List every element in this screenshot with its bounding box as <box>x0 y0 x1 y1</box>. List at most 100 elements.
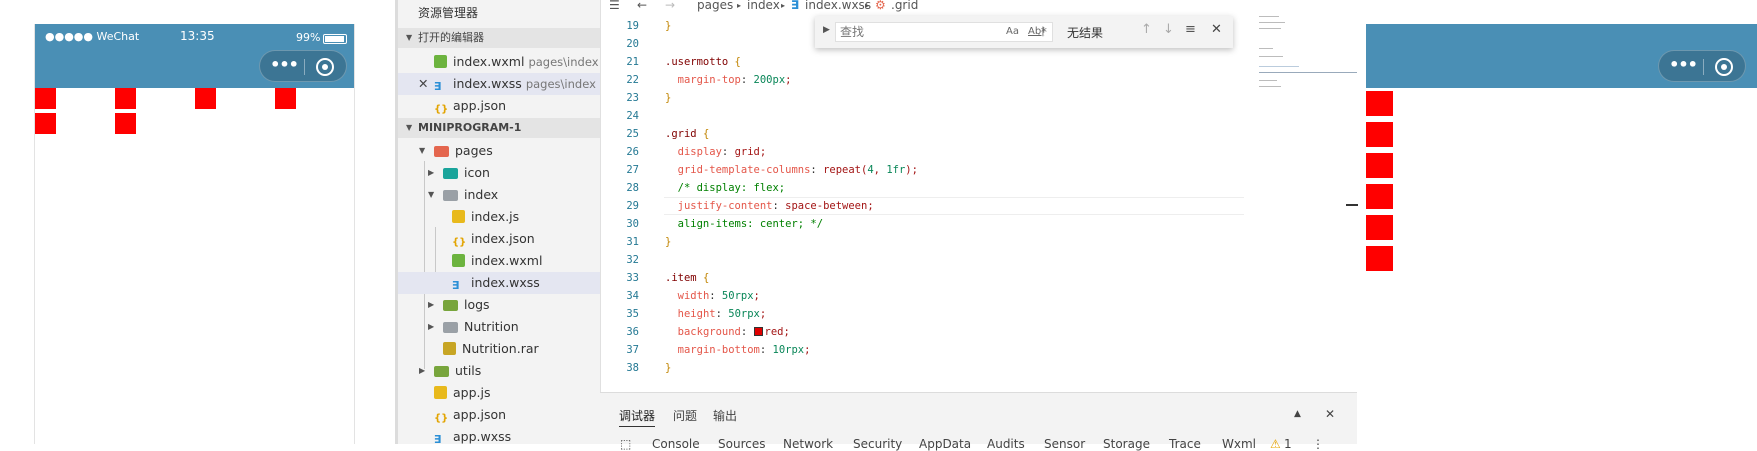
regex-icon[interactable]: .* <box>1037 25 1047 39</box>
devtools-tab[interactable]: Storage <box>1103 437 1150 451</box>
line-code[interactable]: margin-top: 200px; <box>665 71 792 89</box>
devtools-tab[interactable]: Sensor <box>1044 437 1085 451</box>
code-line[interactable]: 31} <box>601 233 1241 251</box>
close-miniprogram-icon[interactable] <box>1715 58 1733 76</box>
project-header[interactable]: ▼ MINIPROGRAM-1 <box>398 118 603 138</box>
more-icon[interactable]: ••• <box>1665 54 1701 76</box>
devtools-tab[interactable]: Sources <box>718 437 765 451</box>
code-line[interactable]: 21 .usermotto { <box>601 53 1241 71</box>
line-code[interactable]: } <box>665 233 671 251</box>
close-icon[interactable]: ✕ <box>1211 22 1222 37</box>
chevron-down-icon: ▼ <box>406 123 413 132</box>
find-field[interactable]: Aa Ab| <box>835 22 1053 42</box>
find-input[interactable] <box>836 23 956 41</box>
code-line[interactable]: 38} <box>601 359 1241 377</box>
tree-file[interactable]: {} index.json <box>398 228 603 250</box>
json-file-icon: {} <box>434 104 449 115</box>
chevron-right-icon: ▶ <box>428 322 435 331</box>
code-line[interactable]: 26 display: grid; <box>601 143 1241 161</box>
maximize-panel-icon[interactable]: ▲ <box>1294 409 1301 419</box>
line-code[interactable]: } <box>665 89 671 107</box>
minimap-slider[interactable] <box>1259 72 1357 73</box>
devtools-tab[interactable]: Wxml <box>1222 437 1256 451</box>
devtools-tab[interactable]: Security <box>853 437 902 451</box>
warning-count: 1 <box>1284 437 1292 451</box>
line-code[interactable]: .grid { <box>665 125 709 143</box>
breadcrumb-item[interactable]: .grid <box>891 0 918 12</box>
more-icon[interactable]: ⋮ <box>1312 437 1324 451</box>
breadcrumb-item[interactable]: index <box>747 0 780 12</box>
code-line[interactable]: 34 width: 50rpx; <box>601 287 1241 305</box>
code-line[interactable]: 32 <box>601 251 1241 269</box>
open-editor-item[interactable]: index.wxml pages\index <box>398 51 603 73</box>
tree-file[interactable]: ∃ app.wxss <box>398 426 603 448</box>
find-result: 无结果 <box>1067 26 1104 40</box>
line-code[interactable]: background: red; <box>665 323 790 341</box>
tree-file[interactable]: {} app.json <box>398 404 603 426</box>
previous-match-icon[interactable]: ↑ <box>1141 22 1152 37</box>
code-line[interactable]: 24 <box>601 107 1241 125</box>
toggle-replace-icon[interactable]: ▶ <box>823 25 830 35</box>
match-case-icon[interactable]: Aa <box>1006 26 1019 37</box>
open-editor-item[interactable]: {} app.json <box>398 95 603 117</box>
line-code[interactable]: .item { <box>665 269 709 287</box>
code-editor[interactable]: ☰ ← → pages ▸ index ▸ ∃ index.wxss ▸ ⚙ .… <box>600 0 1358 392</box>
code-line[interactable]: 35 height: 50rpx; <box>601 305 1241 323</box>
tab-output[interactable]: 输出 <box>713 407 737 424</box>
devtools-tab[interactable]: Console <box>652 437 700 451</box>
close-icon[interactable]: ✕ <box>1325 407 1335 421</box>
devtools-tab[interactable]: Audits <box>987 437 1025 451</box>
line-code[interactable]: display: grid; <box>665 143 767 161</box>
line-code[interactable]: /* display: flex; <box>665 179 785 197</box>
open-editor-item[interactable]: ✕ ∃ index.wxss pages\index <box>398 73 603 95</box>
more-icon[interactable]: ••• <box>266 54 302 76</box>
code-line[interactable]: 33 .item { <box>601 269 1241 287</box>
code-line[interactable]: 27 grid-template-columns: repeat(4, 1fr)… <box>601 161 1241 179</box>
outline-icon[interactable]: ☰ <box>609 0 620 12</box>
code-line[interactable]: 28 /* display: flex; <box>601 179 1241 197</box>
line-code[interactable]: justify-content: space-between; <box>665 197 874 215</box>
line-code[interactable]: align-items: center; */ <box>665 215 823 233</box>
line-code[interactable]: } <box>665 17 671 35</box>
back-icon[interactable]: ← <box>637 0 647 12</box>
tab-debugger[interactable]: 调试器 <box>619 407 656 427</box>
line-code[interactable]: grid-template-columns: repeat(4, 1fr); <box>665 161 918 179</box>
tab-problems[interactable]: 问题 <box>673 407 697 424</box>
tree-folder-utils[interactable]: ▶ utils <box>398 360 603 382</box>
devtools-tab[interactable]: AppData <box>919 437 971 451</box>
close-icon[interactable]: ✕ <box>418 73 428 95</box>
devtools-tab[interactable]: Trace <box>1169 437 1201 451</box>
tree-item-label: index <box>464 187 499 202</box>
breadcrumb-item[interactable]: index.wxss <box>805 0 871 12</box>
close-miniprogram-icon[interactable] <box>316 58 334 76</box>
next-match-icon[interactable]: ↓ <box>1163 22 1174 37</box>
tree-item-label: app.wxss <box>453 429 512 444</box>
tree-folder-logs[interactable]: ▶ logs <box>398 294 603 316</box>
code-line[interactable]: 30 align-items: center; */ <box>601 215 1241 233</box>
code-line[interactable]: 37 margin-bottom: 10rpx; <box>601 341 1241 359</box>
code-line[interactable]: 25 .grid { <box>601 125 1241 143</box>
line-code[interactable]: height: 50rpx; <box>665 305 767 323</box>
tree-folder-index[interactable]: ▼ index <box>398 184 603 206</box>
tree-file[interactable]: app.js <box>398 382 603 404</box>
tree-folder-icon[interactable]: ▶ icon <box>398 162 603 184</box>
breadcrumb-item[interactable]: pages <box>697 0 733 12</box>
tree-file[interactable]: index.wxml <box>398 250 603 272</box>
line-code[interactable]: .usermotto { <box>665 53 741 71</box>
code-line[interactable]: 36 background: red; <box>601 323 1241 341</box>
inspect-icon[interactable]: ⬚ <box>620 437 631 451</box>
code-line[interactable]: 29 justify-content: space-between; <box>601 197 1241 215</box>
tree-file[interactable]: Nutrition.rar <box>398 338 603 360</box>
code-line[interactable]: 23} <box>601 89 1241 107</box>
line-code[interactable]: margin-bottom: 10rpx; <box>665 341 811 359</box>
tree-file-active[interactable]: ∃ index.wxss <box>398 272 603 294</box>
find-in-selection-icon[interactable]: ≡ <box>1185 22 1196 37</box>
devtools-tab[interactable]: Network <box>783 437 833 451</box>
tree-folder-nutrition[interactable]: ▶ Nutrition <box>398 316 603 338</box>
tree-file[interactable]: index.js <box>398 206 603 228</box>
open-editors-header[interactable]: ▼ 打开的编辑器 <box>398 28 603 48</box>
line-code[interactable]: width: 50rpx; <box>665 287 760 305</box>
tree-folder-pages[interactable]: ▼ pages <box>398 140 603 162</box>
code-line[interactable]: 22 margin-top: 200px; <box>601 71 1241 89</box>
line-code[interactable]: } <box>665 359 671 377</box>
